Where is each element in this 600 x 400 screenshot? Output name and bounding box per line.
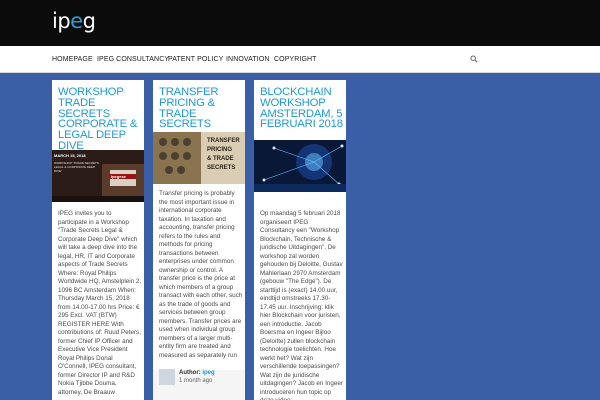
post-card: WORKSHOP TRADE SECRETS CORPORATE & LEGAL… <box>52 80 144 400</box>
site-logo[interactable]: ipeg <box>52 9 96 33</box>
author-avatar[interactable] <box>159 369 175 385</box>
image-caption-text: WORKSHOP "TRADE SECRETS LEGAL & CORPORAT… <box>54 161 99 173</box>
post-image[interactable] <box>254 140 346 192</box>
post-title[interactable]: BLOCKCHAIN WORKSHOP AMSTERDAM, 5 FEBRUAR… <box>260 86 344 130</box>
post-card: BLOCKCHAIN WORKSHOP AMSTERDAM, 5 FEBRUAR… <box>254 80 346 400</box>
search-icon[interactable] <box>470 55 478 63</box>
blockchain-network-graphic <box>254 140 346 192</box>
logo-text-prefix: ip <box>52 9 71 33</box>
nav-item-ipeg-consultancy[interactable]: IPEG CONSULTANCY <box>97 55 169 64</box>
post-author: Author: ipeg <box>179 369 215 377</box>
post-date: 1 month ago <box>179 378 213 384</box>
logo-text-suffix: g <box>82 9 96 33</box>
nav-item-copyright[interactable]: COPYRIGHT <box>274 55 317 64</box>
nav-item-homepage[interactable]: HOMEPAGE <box>52 55 93 64</box>
author-link[interactable]: ipeg <box>202 370 214 376</box>
post-title[interactable]: TRANSFER PRICING & TRADE SECRETS <box>159 86 243 130</box>
post-title[interactable]: WORKSHOP TRADE SECRETS CORPORATE & LEGAL… <box>58 86 142 155</box>
post-image[interactable]: MARCH 15, 2018 WORKSHOP "TRADE SECRETS L… <box>52 150 144 202</box>
image-caption-text: & TRADE <box>207 156 234 162</box>
nav-item-innovation[interactable]: INNOVATION <box>226 55 270 64</box>
nav-item-patent-policy[interactable]: PATENT POLICY <box>168 55 223 64</box>
image-brand-text: ipegexe <box>111 174 126 179</box>
post-excerpt: IPEG invites you to participate in a Wor… <box>58 210 142 396</box>
image-caption-text: SECRETS <box>207 165 236 171</box>
image-caption-text: PRICING <box>207 147 233 153</box>
author-label: Author: <box>179 370 201 376</box>
post-excerpt: Transfer pricing is probably the most im… <box>159 190 243 359</box>
logo-text-accent: e <box>70 9 83 33</box>
post-card: TRANSFER PRICING & TRADE SECRETS TRANSFE… <box>153 80 245 400</box>
image-date-text: MARCH 15, 2018 <box>54 153 86 158</box>
post-excerpt: Op maandag 5 februari 2018 organiseert I… <box>260 210 343 400</box>
image-caption-text: TRANSFER <box>207 138 240 144</box>
post-image[interactable]: TRANSFER PRICING & TRADE SECRETS <box>153 132 245 184</box>
